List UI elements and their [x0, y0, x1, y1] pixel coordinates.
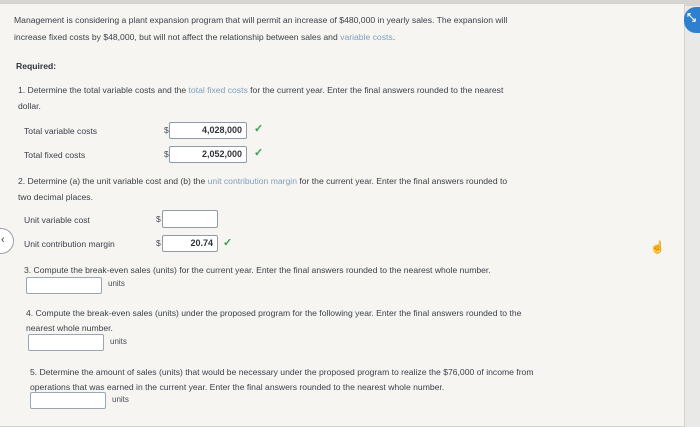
currency-symbol: $	[156, 238, 161, 248]
expand-icon-button[interactable]: ⤡	[684, 7, 700, 33]
hand-pointer-icon: ☝	[650, 240, 665, 254]
q2-line-2: two decimal places.	[18, 192, 93, 202]
total-fixed-costs-link[interactable]: total fixed costs	[189, 85, 248, 95]
q1-line-2: dollar.	[18, 101, 41, 111]
intro-line-1: Management is considering a plant expans…	[14, 15, 508, 25]
unit-contribution-margin-link[interactable]: unit contribution margin	[208, 176, 297, 186]
target-income-units-input[interactable]	[30, 392, 106, 409]
q1-line-1: 1. Determine the total variable costs an…	[18, 85, 504, 95]
required-heading: Required:	[16, 61, 57, 71]
expand-icon: ⤡	[687, 12, 696, 24]
unit-contribution-margin-label: Unit contribution margin	[24, 239, 115, 249]
units-label: units	[110, 337, 127, 346]
q4-line-2: nearest whole number.	[26, 323, 113, 333]
variable-costs-link[interactable]: variable costs	[340, 32, 393, 42]
total-fixed-costs-label: Total fixed costs	[24, 150, 86, 160]
q5-line-1: 5. Determine the amount of sales (units)…	[30, 367, 534, 377]
total-fixed-costs-input[interactable]: 2,052,000	[169, 146, 247, 163]
unit-variable-cost-label: Unit variable cost	[24, 215, 90, 225]
currency-symbol: $	[156, 214, 161, 224]
q2-line-1: 2. Determine (a) the unit variable cost …	[18, 176, 508, 186]
units-label: units	[112, 395, 129, 404]
q3-text: 3. Compute the break-even sales (units) …	[24, 265, 491, 275]
chevron-left-icon: ‹	[1, 234, 5, 246]
check-icon: ✓	[254, 147, 264, 159]
units-label: units	[108, 279, 125, 288]
check-icon: ✓	[254, 123, 264, 135]
unit-contribution-margin-input[interactable]: 20.74	[162, 235, 218, 252]
q4-line-1: 4. Compute the break-even sales (units) …	[26, 308, 522, 318]
proposed-break-even-units-input[interactable]	[28, 334, 104, 351]
check-icon: ✓	[223, 237, 233, 249]
total-variable-costs-input[interactable]: 4,028,000	[169, 122, 247, 139]
unit-variable-cost-input[interactable]	[162, 210, 218, 228]
problem-panel: Management is considering a plant expans…	[0, 3, 685, 427]
intro-line-2: increase fixed costs by $48,000, but wil…	[14, 32, 396, 42]
total-variable-costs-label: Total variable costs	[24, 126, 98, 136]
break-even-units-input[interactable]	[26, 277, 102, 294]
